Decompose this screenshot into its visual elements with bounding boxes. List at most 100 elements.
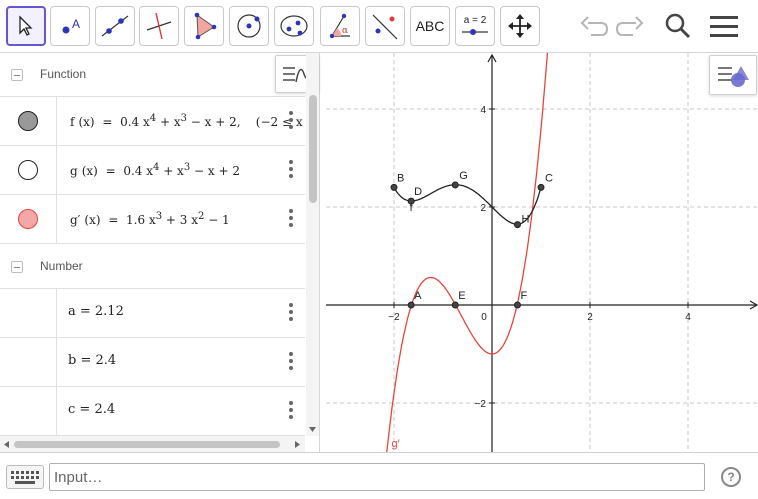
slider-icon: a = 2 [462,15,488,35]
algebra-horizontal-scrollbar[interactable] [0,436,305,452]
number-definition-c[interactable]: c = 2.4 [68,402,115,417]
search-button[interactable] [660,8,696,44]
perpendicular-line-icon [146,12,172,40]
marker-cell [0,387,57,435]
point-a-icon: A [62,17,80,34]
point-tool-button[interactable]: A [50,6,90,46]
circle-tool-button[interactable] [229,6,269,46]
graphics-view[interactable]: −2 0 2 4 4 2 −2 BDGHCAEF f g′ [326,53,758,452]
graphics-style-icon [718,66,749,87]
g-prime-curve-label: g′ [392,438,400,450]
scrollbar-thumb[interactable] [309,95,317,203]
more-options-icon[interactable] [287,401,295,421]
tick-labels: −2 0 2 4 4 2 −2 [388,105,691,410]
more-options-icon[interactable] [287,111,295,131]
visibility-toggle[interactable] [0,97,57,145]
x-tick-label: 0 [481,312,487,323]
number-definition-a[interactable]: a = 2.12 [68,304,124,319]
slider-tool-button[interactable]: a = 2 [455,6,495,46]
algebra-row-f[interactable]: f (x) = 0.4 x4 + x3 − x + 2, (−2 ≤ x ≤ 1) [0,97,319,146]
reflect-tool-button[interactable] [365,6,405,46]
line-tool-button[interactable] [95,6,135,46]
graphics-canvas[interactable]: −2 0 2 442−2 BDGHCA E F f g′ [326,53,758,452]
svg-text:A: A [72,17,80,31]
point-a[interactable] [407,301,415,309]
algebra-row-g[interactable]: g (x) = 0.4 x4 + x3 − x + 2 [0,146,305,195]
group-title: Function [40,67,87,81]
redo-button[interactable] [612,8,648,44]
svg-text:a = 2: a = 2 [464,15,487,26]
collapse-icon[interactable] [11,261,23,273]
point-e[interactable] [451,301,459,309]
function-definition-g[interactable]: g (x) = 0.4 x4 + x3 − x + 2 [70,162,240,178]
algebra-vertical-scrollbar[interactable] [306,53,319,436]
input-field-container[interactable] [49,463,705,491]
reflect-about-line-icon [372,14,398,40]
visibility-toggle[interactable] [0,146,57,194]
scrollbar-thumb[interactable] [14,441,280,448]
more-options-icon[interactable] [287,160,295,180]
marker-cell [0,338,57,386]
g-prime-curve[interactable] [385,53,549,452]
visibility-marker-icon[interactable] [18,111,38,131]
x-tick-label: 2 [587,312,593,323]
ellipse-tool-button[interactable] [274,6,314,46]
function-definition-f[interactable]: f (x) = 0.4 x4 + x3 − x + 2, (−2 ≤ x ≤ 1) [70,113,319,129]
scroll-left-icon[interactable] [3,440,11,449]
move-graphics-view-tool-button[interactable] [500,6,540,46]
polygon-tool-button[interactable] [184,6,224,46]
point-label: E [458,290,465,302]
scroll-right-icon[interactable] [293,440,301,449]
angle-icon: α [329,13,350,39]
x-tick-label: −2 [388,312,400,323]
undo-button[interactable] [576,8,612,44]
graphics-style-bar-button[interactable] [709,55,757,95]
group-title: Number [40,259,83,273]
algebra-input[interactable] [50,464,704,490]
main-menu-button[interactable] [706,8,742,44]
more-options-icon[interactable] [287,352,295,372]
point-label: G [459,170,468,182]
point-f[interactable] [513,301,521,309]
move-tool-button[interactable] [6,6,46,46]
function-group-header[interactable]: Function [0,53,305,97]
function-definition-g-prime[interactable]: g′ (x) = 1.6 x3 + 3 x2 − 1 [70,211,230,227]
point-c[interactable] [537,183,545,191]
svg-text:α: α [342,26,348,36]
toolbar: A α ABC a = 2 [0,0,758,53]
more-options-icon[interactable] [287,303,295,323]
scroll-down-icon[interactable] [308,425,317,433]
point-b[interactable] [390,183,398,191]
help-icon[interactable]: ? [721,467,741,487]
y-tick-label: 4 [480,105,486,116]
algebra-view: Function f (x) = 0.4 x4 + x3 − x + 2, (−2… [0,53,320,452]
point-label: A [414,290,422,302]
marker-cell [0,289,57,337]
more-options-icon[interactable] [287,209,295,229]
keyboard-icon [11,471,39,484]
collapse-icon[interactable] [11,69,23,81]
x-tick-label: 4 [685,312,691,323]
undo-icon [580,16,609,36]
axes [326,53,758,452]
number-definition-b[interactable]: b = 2.4 [68,353,116,368]
algebra-row-b[interactable]: b = 2.4 [0,338,305,387]
algebra-row-g-prime[interactable]: g′ (x) = 1.6 x3 + 3 x2 − 1 [0,195,305,244]
angle-tool-button[interactable]: α [320,6,360,46]
algebra-row-c[interactable]: c = 2.4 [0,387,305,436]
point-g[interactable] [451,181,459,189]
geogebra-app: A α ABC a = 2 Function f (x) = 0.4 x4 + … [0,0,758,499]
number-group-header[interactable]: Number [0,245,305,289]
visibility-marker-icon[interactable] [18,160,38,180]
text-tool-button[interactable]: ABC [410,6,450,46]
point-label: C [545,172,553,184]
perpendicular-line-tool-button[interactable] [139,6,179,46]
visibility-marker-icon[interactable] [18,209,38,229]
algebra-row-a[interactable]: a = 2.12 [0,289,305,338]
keyboard-button[interactable] [6,465,44,489]
arrow-cursor-icon [19,15,33,36]
point-h[interactable] [513,221,521,229]
move-arrows-icon [508,14,532,38]
visibility-toggle[interactable] [0,195,57,243]
text-icon: ABC [415,18,445,34]
